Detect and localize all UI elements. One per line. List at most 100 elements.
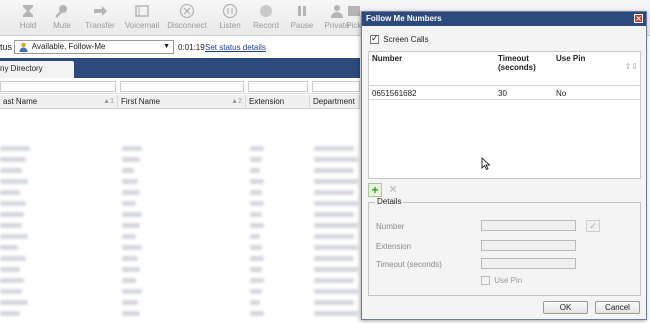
redacted-cell [250, 190, 262, 195]
redacted-cell [0, 168, 22, 173]
details-use-pin-option[interactable]: Use Pin [481, 276, 523, 286]
listen-button[interactable]: Listen [210, 3, 250, 30]
table-row[interactable] [0, 253, 360, 264]
redacted-cell [314, 146, 354, 151]
move-up-down-icon[interactable]: ⇧⇩ [625, 62, 638, 71]
set-status-details-link[interactable]: Set status details [205, 43, 266, 52]
use-pin-label: Use Pin [494, 276, 523, 286]
extension-filter-input[interactable] [248, 81, 308, 92]
last-name-filter-input[interactable] [0, 81, 116, 92]
details-number-input[interactable] [481, 220, 576, 231]
voicemail-button[interactable]: Voicemail [122, 3, 162, 30]
redacted-cell [250, 201, 264, 206]
table-row[interactable] [0, 132, 360, 143]
apply-details-button[interactable]: ✓ [586, 220, 600, 232]
row-number: 0651561682 [372, 89, 417, 98]
tab-label: ny Directory [0, 64, 43, 73]
table-row[interactable] [0, 176, 360, 187]
screen-calls-option[interactable]: Screen Calls [370, 33, 429, 45]
redacted-cell [0, 157, 26, 162]
table-row[interactable] [0, 275, 360, 286]
column-header-department[interactable]: Department [310, 95, 360, 109]
disconnect-button[interactable]: Disconnect [167, 3, 207, 30]
redacted-cell [250, 179, 264, 184]
mute-button[interactable]: Mute [42, 3, 82, 30]
table-row[interactable] [0, 154, 360, 165]
pick-button[interactable]: Pick [346, 3, 362, 30]
grid-header: ast Name ▲1 First Name ▲2 Extension Depa… [0, 95, 360, 109]
list-header: Number Timeout (seconds) Use Pin ⇧⇩ [369, 52, 640, 86]
redacted-cell [0, 289, 22, 294]
column-label: First Name [121, 97, 161, 106]
redacted-cell [314, 267, 358, 272]
hold-icon [23, 5, 33, 17]
pick-label: Pick [346, 21, 362, 30]
tab-company-directory[interactable]: ny Directory [0, 61, 74, 78]
redacted-cell [0, 234, 28, 239]
timeout-header-line1: Timeout [498, 54, 529, 63]
column-header-use-pin[interactable]: Use Pin [556, 54, 585, 63]
row-timeout: 30 [498, 89, 507, 98]
redacted-cell [314, 201, 358, 206]
table-row[interactable] [0, 121, 360, 132]
column-header-extension[interactable]: Extension [246, 95, 310, 109]
redacted-cell [0, 201, 26, 206]
table-row[interactable] [0, 187, 360, 198]
table-row[interactable] [0, 264, 360, 275]
redacted-cell [0, 300, 28, 305]
pause-button[interactable]: Pause [282, 3, 322, 30]
redacted-cell [122, 146, 142, 151]
private-icon [331, 5, 343, 18]
transfer-button[interactable]: Transfer [80, 3, 120, 30]
table-row[interactable] [0, 209, 360, 220]
sort-asc-icon: ▲1 [103, 98, 114, 105]
details-timeout-input[interactable] [481, 258, 576, 269]
redacted-cell [0, 190, 20, 195]
row-use-pin: No [556, 89, 567, 98]
redacted-cell [314, 212, 354, 217]
redacted-cell [0, 146, 30, 151]
details-extension-input[interactable] [481, 240, 576, 251]
list-item[interactable]: 0651561682 30 No [369, 87, 640, 100]
first-name-filter-input[interactable] [120, 81, 244, 92]
details-legend: Details [375, 197, 404, 206]
status-bar: tus Available, Follow-Me ▼ 0:01:19 Set s… [0, 38, 360, 56]
table-row[interactable] [0, 143, 360, 154]
column-label: Department [313, 97, 355, 106]
pick-icon [348, 6, 360, 16]
column-header-last-name[interactable]: ast Name ▲1 [0, 95, 118, 109]
table-row[interactable] [0, 110, 360, 121]
add-number-button[interactable]: + [368, 183, 382, 197]
column-header-first-name[interactable]: First Name ▲2 [118, 95, 246, 109]
redacted-cell [0, 212, 24, 217]
redacted-cell [314, 311, 358, 316]
record-button[interactable]: Record [246, 3, 286, 30]
delete-number-button[interactable]: ✕ [386, 183, 400, 197]
table-row[interactable] [0, 308, 360, 319]
redacted-cell [314, 157, 358, 162]
redacted-cell [250, 223, 264, 228]
table-row[interactable] [0, 220, 360, 231]
department-filter-input[interactable] [312, 81, 360, 92]
table-row[interactable] [0, 165, 360, 176]
table-row[interactable] [0, 231, 360, 242]
column-header-timeout[interactable]: Timeout (seconds) [498, 54, 536, 72]
cancel-button[interactable]: Cancel [595, 301, 640, 314]
table-row[interactable] [0, 286, 360, 297]
record-label: Record [253, 21, 279, 30]
column-header-number[interactable]: Number [372, 54, 402, 63]
status-dropdown[interactable]: Available, Follow-Me ▼ [14, 40, 174, 54]
redacted-cell [122, 190, 140, 195]
disconnect-icon [179, 3, 195, 19]
ok-button[interactable]: OK [543, 301, 588, 314]
redacted-cell [250, 168, 260, 173]
table-row[interactable] [0, 242, 360, 253]
close-icon[interactable]: ✕ [634, 14, 643, 23]
table-row[interactable] [0, 198, 360, 209]
redacted-cell [122, 157, 140, 162]
screen-calls-checkbox[interactable] [370, 33, 379, 45]
voicemail-label: Voicemail [124, 21, 160, 30]
redacted-cell [122, 212, 142, 217]
table-row[interactable] [0, 297, 360, 308]
use-pin-checkbox[interactable] [481, 276, 490, 286]
